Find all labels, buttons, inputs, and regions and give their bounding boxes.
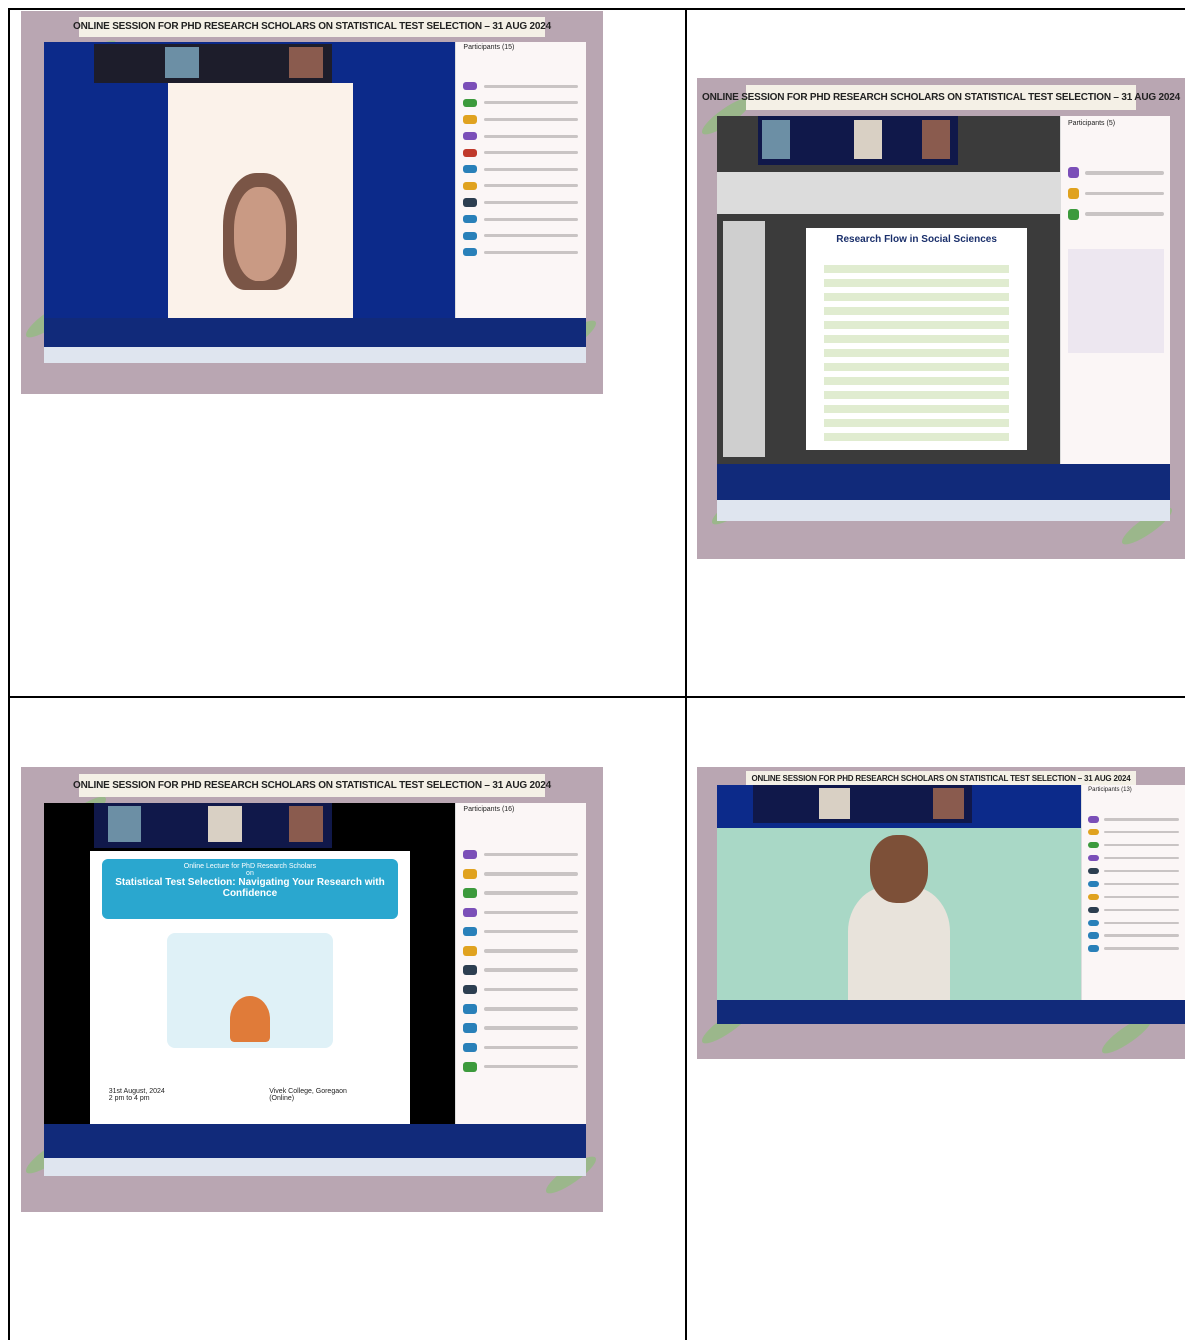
- meeting-toolbar: [44, 1124, 586, 1158]
- zoom-window: Research Flow in Social Sciences Partici…: [716, 116, 1171, 521]
- shared-screen: Online Lecture for PhD Research Scholars…: [44, 802, 456, 1125]
- screenshot-grid: ONLINE SESSION FOR PHD RESEARCH SCHOLARS…: [0, 0, 1185, 1340]
- screenshot-3: ONLINE SESSION FOR PHD RESEARCH SCHOLARS…: [21, 767, 603, 1212]
- poster-header: Online Lecture for PhD Research Scholars…: [102, 859, 398, 920]
- zoom-window: Participants (15): [44, 41, 586, 364]
- poster-date: 31st August, 2024 2 pm to 4 pm: [109, 1088, 165, 1102]
- poster-subtitle: Online Lecture for PhD Research Scholars: [183, 863, 317, 870]
- speaker-video: [167, 83, 353, 319]
- screenshot-1: ONLINE SESSION FOR PHD RESEARCH SCHOLARS…: [21, 11, 603, 394]
- meeting-toolbar: [44, 318, 586, 348]
- table-divider-vertical: [685, 8, 687, 1340]
- slide-title: Research Flow in Social Sciences: [836, 234, 997, 246]
- session-banner: ONLINE SESSION FOR PHD RESEARCH SCHOLARS…: [73, 16, 551, 37]
- participants-panel: Participants (5): [1060, 116, 1171, 464]
- participant-thumbnails: [93, 44, 333, 84]
- participant-thumbnails: [93, 802, 333, 848]
- zoom-window: Online Lecture for PhD Research Scholars…: [44, 802, 586, 1177]
- meeting-toolbar: [716, 1000, 1185, 1024]
- participants-title: Participants (13): [1088, 786, 1132, 793]
- poster-venue: Vivek College, Goregaon (Online): [269, 1088, 347, 1102]
- poster-title: Statistical Test Selection: Navigating Y…: [115, 877, 385, 899]
- screenshot-4: ONLINE SESSION FOR PHD RESEARCH SCHOLARS…: [697, 767, 1185, 1059]
- participants-panel: Participants (15): [454, 41, 586, 319]
- poster-date-line2: 2 pm to 4 pm: [108, 1095, 150, 1103]
- participants-title: Participants (16): [463, 805, 515, 813]
- chat-panel: [1067, 248, 1164, 353]
- participants-title: Participants (5): [1067, 119, 1116, 127]
- video-stage: [716, 784, 1082, 1001]
- poster-venue-line2: (Online): [269, 1095, 295, 1103]
- os-taskbar: [44, 1157, 586, 1177]
- participants-panel: Participants (16): [454, 802, 586, 1125]
- poster-on: on: [246, 870, 254, 877]
- screenshot-2: ONLINE SESSION FOR PHD RESEARCH SCHOLARS…: [697, 78, 1185, 559]
- table-divider-horizontal: [8, 696, 1185, 698]
- poster-illustration: [166, 932, 334, 1048]
- session-banner: ONLINE SESSION FOR PHD RESEARCH SCHOLARS…: [73, 773, 551, 797]
- participant-thumbnails: [757, 116, 958, 166]
- zoom-window: Participants (13): [716, 784, 1185, 1024]
- os-taskbar: [44, 347, 586, 364]
- speaker-video: [716, 827, 1082, 1001]
- slide-canvas: Research Flow in Social Sciences: [806, 227, 1027, 451]
- poster-date-line1: 31st August, 2024: [108, 1088, 165, 1096]
- participant-thumbnails: [753, 784, 973, 824]
- video-stage: [44, 41, 456, 319]
- session-banner: ONLINE SESSION FOR PHD RESEARCH SCHOLARS…: [702, 85, 1180, 111]
- participants-panel: Participants (13): [1080, 784, 1185, 1001]
- slide-steps: [823, 258, 1010, 442]
- meeting-toolbar: [716, 463, 1171, 501]
- ppt-ribbon: [716, 172, 1062, 214]
- participants-title: Participants (15): [463, 44, 515, 52]
- slide-thumbnails: [723, 220, 765, 458]
- os-taskbar: [716, 500, 1171, 521]
- poster-slide: Online Lecture for PhD Research Scholars…: [89, 850, 411, 1125]
- table-border-left: [8, 8, 10, 1340]
- table-border-top: [8, 8, 1185, 10]
- shared-screen: Research Flow in Social Sciences: [716, 116, 1062, 464]
- poster-venue-line1: Vivek College, Goregaon: [269, 1088, 347, 1096]
